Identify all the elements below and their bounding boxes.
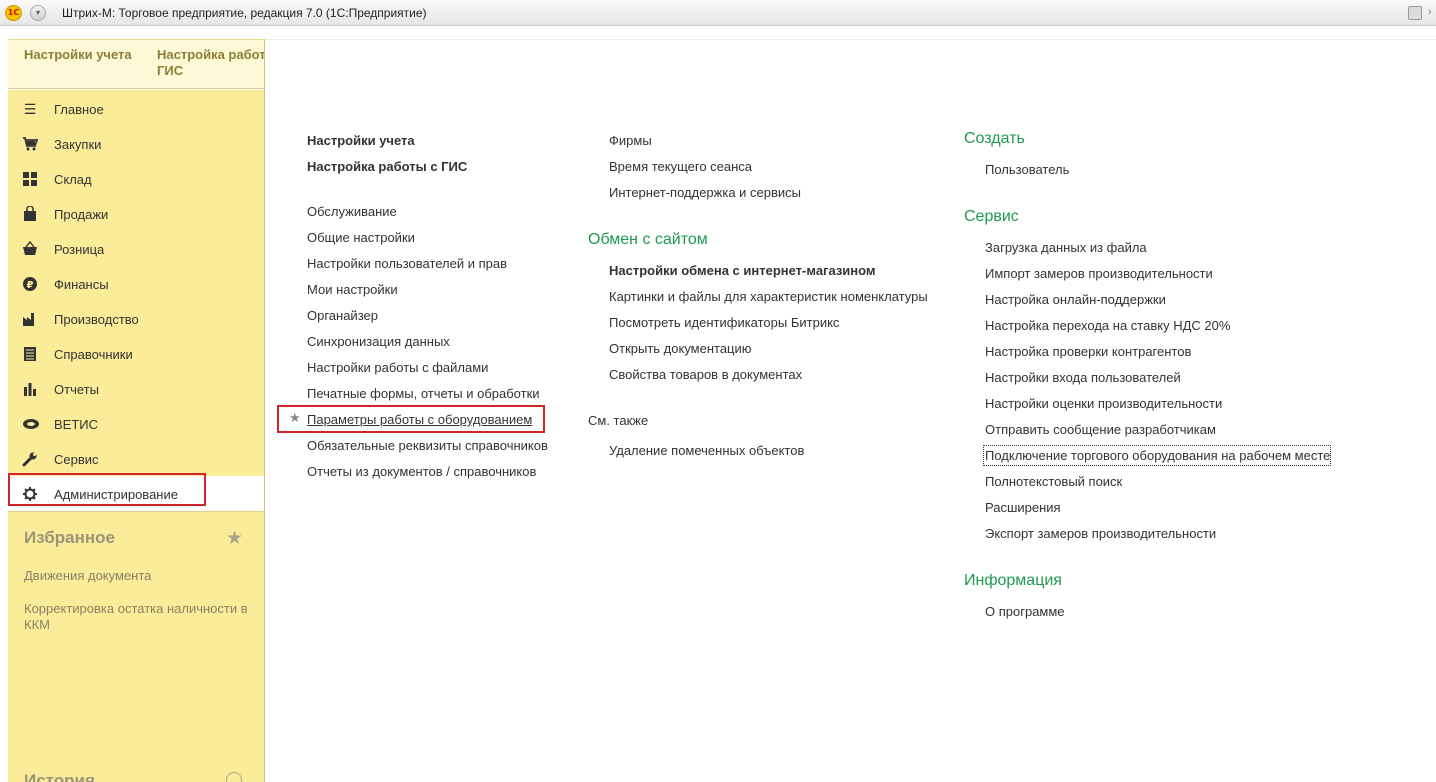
link-about[interactable]: О программе	[985, 604, 1065, 619]
topbar-tab-accounting-settings[interactable]: Настройки учета	[24, 47, 132, 63]
window-title: Штрих-М: Торговое предприятие, редакция …	[62, 6, 427, 20]
sidebar-item-label: Производство	[54, 312, 139, 327]
link-goods-properties[interactable]: Свойства товаров в документах	[609, 367, 802, 382]
svg-text:₽: ₽	[27, 280, 34, 291]
sidebar-item-label: Финансы	[54, 277, 109, 292]
basket-icon	[22, 240, 38, 257]
sidebar-divider	[264, 39, 265, 782]
group-title-info: Информация	[964, 572, 1062, 589]
link-vat-transition[interactable]: Настройка перехода на ставку НДС 20%	[985, 318, 1230, 333]
link-organizer[interactable]: Органайзер	[307, 308, 378, 323]
app-logo-icon: 1С	[5, 5, 22, 21]
sidebar-item-label: Продажи	[54, 207, 109, 222]
link-general-settings[interactable]: Общие настройки	[307, 230, 415, 245]
wrench-icon	[22, 451, 38, 467]
window-titlebar: 1С ▾ Штрих-М: Торговое предприятие, реда…	[0, 0, 1436, 26]
sidebar-item-label: Сервис	[54, 452, 99, 467]
group-title-create: Создать	[964, 130, 1025, 147]
link-equipment-params[interactable]: Параметры работы с оборудованием	[307, 412, 532, 427]
group-title-site-exchange: Обмен с сайтом	[588, 231, 708, 248]
link-accounting-settings[interactable]: Настройки учета	[307, 133, 415, 148]
save-icon[interactable]	[1408, 6, 1422, 20]
sidebar-item-label: Склад	[54, 172, 92, 187]
book-list-icon	[22, 346, 38, 362]
group-title-service: Сервис	[964, 208, 1019, 225]
link-extensions[interactable]: Расширения	[985, 500, 1061, 515]
star-icon[interactable]: ★	[226, 527, 243, 550]
sidebar-item-catalogs[interactable]: Справочники	[8, 336, 264, 371]
link-user-settings[interactable]: Настройки пользователей и прав	[307, 256, 507, 271]
sidebar-item-reports[interactable]: Отчеты	[8, 371, 264, 406]
sidebar-item-label: Справочники	[54, 347, 133, 362]
link-online-support-setup[interactable]: Настройка онлайн-поддержки	[985, 292, 1166, 307]
sidebar-item-sales[interactable]: Продажи	[8, 196, 264, 231]
clock-icon[interactable]	[226, 772, 242, 782]
link-required-attributes[interactable]: Обязательные реквизиты справочников	[307, 438, 548, 453]
link-import-perf[interactable]: Импорт замеров производительности	[985, 266, 1213, 281]
sections-sidebar: ☰ Главное Закупки Склад Продажи Розница …	[8, 90, 264, 782]
link-data-sync[interactable]: Синхронизация данных	[307, 334, 450, 349]
link-gis-settings[interactable]: Настройка работы с ГИС	[307, 159, 467, 174]
link-file-settings[interactable]: Настройки работы с файлами	[307, 360, 488, 375]
link-create-user[interactable]: Пользователь	[985, 162, 1069, 177]
sidebar-item-purchases[interactable]: Закупки	[8, 126, 264, 161]
sidebar-item-service[interactable]: Сервис	[8, 441, 264, 476]
sidebar-item-label: ВЕТИС	[54, 417, 99, 432]
main-menu-dropdown-icon[interactable]: ▾	[30, 5, 46, 21]
history-title: История	[24, 771, 95, 782]
favorites-title: Избранное	[24, 528, 115, 547]
sidebar-item-production[interactable]: Производство	[8, 301, 264, 336]
link-internet-support[interactable]: Интернет-поддержка и сервисы	[609, 185, 801, 200]
sidebar-item-retail[interactable]: Розница	[8, 231, 264, 266]
link-open-docs[interactable]: Открыть документацию	[609, 341, 752, 356]
sidebar-item-label: Розница	[54, 242, 105, 257]
sidebar-item-finance[interactable]: ₽ Финансы	[8, 266, 264, 301]
vetis-icon	[22, 416, 39, 432]
sidebar-item-vetis[interactable]: ВЕТИС	[8, 406, 264, 441]
sidebar-item-warehouse[interactable]: Склад	[8, 161, 264, 196]
link-connect-equipment[interactable]: Подключение торгового оборудования на ра…	[985, 448, 1330, 463]
sidebar-item-label: Главное	[54, 102, 104, 117]
favorite-star-icon[interactable]: ★	[289, 410, 301, 426]
sidebar-separator	[8, 511, 264, 512]
bar-chart-icon	[22, 381, 38, 397]
highlight-frame-administration	[8, 473, 206, 506]
menu-lines-icon: ☰	[23, 101, 37, 117]
link-bitrix-ids[interactable]: Посмотреть идентификаторы Битрикс	[609, 315, 839, 330]
factory-icon	[22, 311, 38, 327]
more-icon[interactable]: ›	[1428, 6, 1436, 20]
topbar-tab-gis-settings[interactable]: Настройка работы с ГИС	[157, 47, 264, 79]
link-load-from-file[interactable]: Загрузка данных из файла	[985, 240, 1147, 255]
link-print-forms[interactable]: Печатные формы, отчеты и обработки	[307, 386, 540, 401]
favorite-item[interactable]: Движения документа	[24, 568, 254, 584]
link-session-time[interactable]: Время текущего сеанса	[609, 159, 752, 174]
link-char-images[interactable]: Картинки и файлы для характеристик номен…	[609, 289, 928, 304]
link-shop-exchange-settings[interactable]: Настройки обмена с интернет-магазином	[609, 263, 876, 278]
sidebar-item-main[interactable]: ☰ Главное	[8, 91, 264, 126]
sidebar-item-label: Отчеты	[54, 382, 99, 397]
link-firms[interactable]: Фирмы	[609, 133, 652, 148]
favorite-item[interactable]: Корректировка остатка наличности в ККМ	[24, 601, 254, 633]
ruble-coin-icon: ₽	[22, 276, 38, 292]
link-maintenance[interactable]: Обслуживание	[307, 204, 397, 219]
link-export-perf[interactable]: Экспорт замеров производительности	[985, 526, 1216, 541]
link-counterparty-check[interactable]: Настройка проверки контрагентов	[985, 344, 1191, 359]
section-topbar: Настройки учета Настройка работы с ГИС	[8, 39, 264, 89]
warehouse-grid-icon	[22, 171, 38, 187]
link-send-to-developers[interactable]: Отправить сообщение разработчикам	[985, 422, 1216, 437]
content-top-divider	[264, 39, 1436, 40]
link-delete-marked[interactable]: Удаление помеченных объектов	[609, 443, 804, 458]
link-perf-evaluation[interactable]: Настройки оценки производительности	[985, 396, 1222, 411]
link-reports-from-docs[interactable]: Отчеты из документов / справочников	[307, 464, 536, 479]
cart-icon	[22, 136, 39, 152]
link-user-login-settings[interactable]: Настройки входа пользователей	[985, 370, 1181, 385]
see-also-title: См. также	[588, 413, 649, 428]
shopping-bag-icon	[22, 205, 38, 222]
link-my-settings[interactable]: Мои настройки	[307, 282, 398, 297]
link-fulltext-search[interactable]: Полнотекстовый поиск	[985, 474, 1122, 489]
sidebar-item-label: Закупки	[54, 137, 102, 152]
